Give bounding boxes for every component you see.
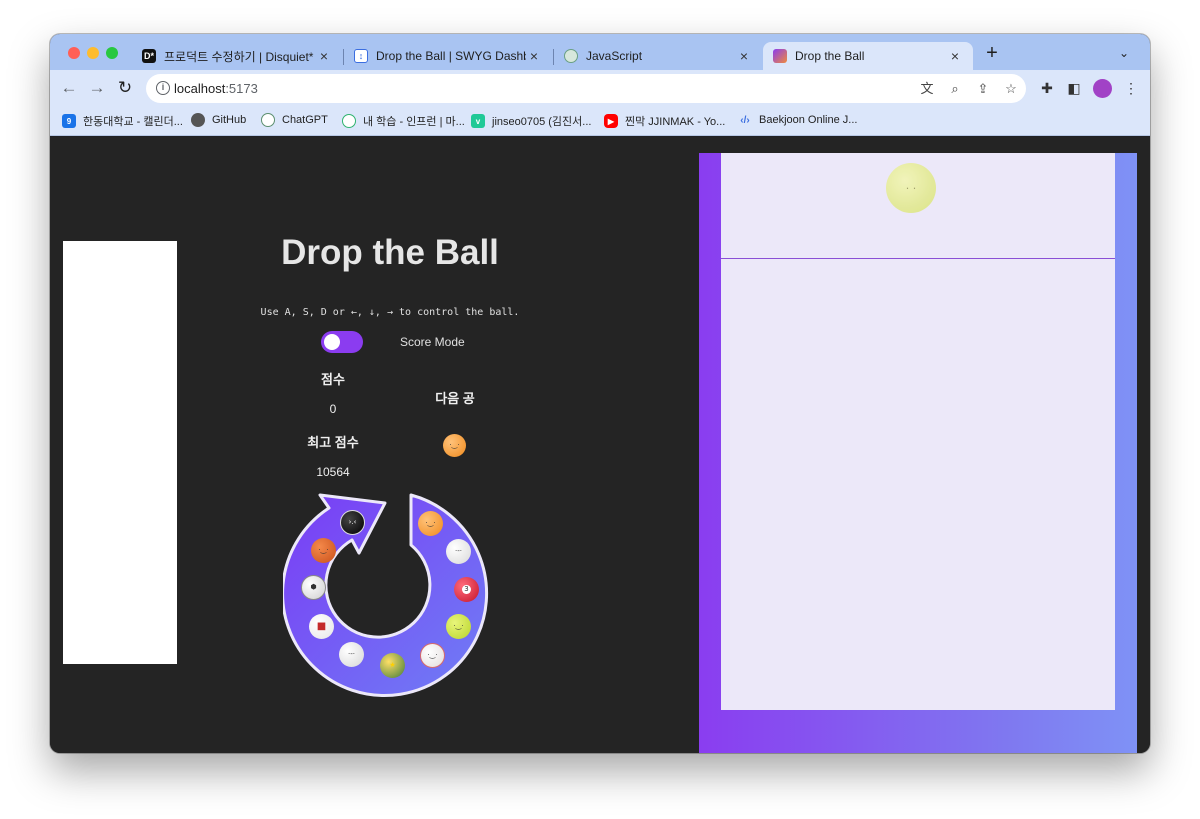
calendar-icon: 9: [62, 114, 76, 128]
close-tab-icon[interactable]: ×: [526, 48, 542, 64]
url-port: :5173: [225, 81, 258, 96]
disquiet-favicon-icon: D*: [142, 49, 156, 63]
bookmark-label: 찐막 JJINMAK - Yo...: [625, 116, 726, 128]
page-content: Drop the Ball Use A, S, D or ←, ↓, → to …: [50, 137, 1150, 753]
baseball-icon: ·‿·: [420, 643, 445, 668]
next-ball-orange-icon: ·‿·: [443, 434, 466, 457]
score-label: 점수: [321, 372, 345, 387]
new-tab-button[interactable]: +: [982, 43, 1002, 63]
address-bar[interactable]: i localhost:5173 文 ⌕ ⇪ ☆: [146, 74, 1026, 103]
tab-swyg-dashboard[interactable]: ↕ Drop the Ball | SWYG Dashboa ×: [344, 42, 552, 70]
chatgpt-favicon-icon: [564, 49, 578, 63]
code-icon: ‹/›: [740, 114, 750, 126]
swyg-favicon-icon: ↕: [354, 49, 368, 63]
velog-icon: v: [471, 114, 485, 128]
bookmarks-bar: 9 한동대학교 - 캘린더... GitHub ChatGPT 내 학습 - 인…: [50, 106, 1150, 136]
forward-arrow-icon[interactable]: →: [87, 78, 107, 98]
tab-drop-the-ball[interactable]: Drop the Ball ×: [763, 42, 973, 70]
close-tab-icon[interactable]: ×: [316, 48, 332, 64]
bookmark-item[interactable]: GitHub: [191, 113, 246, 127]
tab-search-chevron-down-icon[interactable]: ⌄: [1114, 43, 1134, 63]
bookmark-label: GitHub: [212, 114, 247, 126]
browser-window: D* 프로덕트 수정하기 | Disquiet* × ↕ Drop the Ba…: [50, 34, 1150, 753]
bookmark-item[interactable]: ChatGPT: [261, 113, 328, 127]
extensions-puzzle-icon[interactable]: ✚: [1039, 80, 1055, 96]
current-tennis-ball-icon[interactable]: · ·: [886, 163, 936, 213]
youtube-icon: ▶: [604, 114, 618, 128]
close-tab-icon[interactable]: ×: [947, 48, 963, 64]
red-cap-ball-icon: ■: [309, 614, 334, 639]
minimize-window-button[interactable]: [87, 47, 99, 59]
side-panel-icon[interactable]: ◧: [1066, 80, 1082, 96]
zoom-window-button[interactable]: [106, 47, 118, 59]
translate-icon[interactable]: 文: [919, 81, 935, 97]
url-text: localhost:5173: [174, 81, 258, 96]
controls-hint: Use A, S, D or ←, ↓, → to control the ba…: [260, 307, 520, 318]
profile-avatar[interactable]: [1093, 79, 1112, 98]
next-ball-label: 다음 공: [435, 391, 475, 406]
white-ball-icon: ·-·: [446, 539, 471, 564]
reload-icon[interactable]: ↻: [115, 78, 135, 98]
close-window-button[interactable]: [68, 47, 80, 59]
best-score-label: 최고 점수: [307, 435, 359, 450]
side-white-panel: [63, 241, 177, 664]
bookmark-item[interactable]: ‹/› Baekjoon Online J...: [738, 113, 857, 127]
tab-disquiet[interactable]: D* 프로덕트 수정하기 | Disquiet* ×: [132, 42, 342, 70]
zoom-icon[interactable]: ⌕: [947, 81, 963, 97]
bookmark-star-icon[interactable]: ☆: [1003, 81, 1019, 97]
best-score-value: 10564: [316, 465, 350, 479]
tab-title: Drop the Ball: [795, 49, 865, 63]
url-host: localhost: [174, 81, 226, 96]
tennis-ball-icon: ·‿·: [446, 614, 471, 639]
menu-kebab-icon[interactable]: ⋮: [1123, 80, 1139, 96]
tab-javascript[interactable]: JavaScript ×: [554, 42, 762, 70]
game-board[interactable]: [721, 153, 1115, 710]
browser-toolbar: ← → ↻ i localhost:5173 文 ⌕ ⇪ ☆ ✚ ◧ ⋮: [50, 70, 1150, 106]
orange-ball-icon: ·‿·: [418, 511, 443, 536]
tab-title: JavaScript: [586, 49, 643, 63]
bookmark-label: ChatGPT: [282, 114, 328, 126]
billiard-ball-icon: 3: [454, 577, 479, 602]
chatgpt-icon: [261, 113, 275, 127]
volleyball-icon: ·-·: [339, 642, 364, 667]
inflearn-icon: [342, 114, 356, 128]
drop-limit-line: [721, 258, 1115, 259]
bookmark-label: jinseo0705 (김진서...: [492, 116, 592, 128]
score-mode-toggle[interactable]: [321, 331, 363, 353]
black-ball-icon: ›.‹: [340, 510, 365, 535]
back-arrow-icon[interactable]: ←: [59, 78, 79, 98]
bookmark-label: Baekjoon Online J...: [759, 114, 858, 126]
basketball-icon: ·‿·: [311, 538, 336, 563]
tab-title: Drop the Ball | SWYG Dashboa: [376, 49, 526, 63]
toggle-knob: [324, 334, 340, 350]
site-info-icon[interactable]: i: [156, 81, 170, 95]
score-mode-label: Score Mode: [400, 335, 465, 349]
bookmark-item[interactable]: 내 학습 - 인프런 | 마...: [342, 113, 465, 129]
tab-strip: D* 프로덕트 수정하기 | Disquiet* × ↕ Drop the Ba…: [50, 34, 1150, 70]
bookmark-label: 한동대학교 - 캘린더...: [83, 116, 183, 128]
bookmark-item[interactable]: 9 한동대학교 - 캘린더...: [62, 113, 183, 129]
close-tab-icon[interactable]: ×: [736, 48, 752, 64]
score-value: 0: [329, 402, 337, 416]
tab-title: 프로덕트 수정하기 | Disquiet*: [164, 49, 314, 64]
bookmark-item[interactable]: ▶ 찐막 JJINMAK - Yo...: [604, 113, 725, 129]
bookmark-item[interactable]: v jinseo0705 (김진서...: [471, 113, 591, 129]
bookmark-label: 내 학습 - 인프런 | 마...: [363, 116, 465, 128]
share-icon[interactable]: ⇪: [975, 81, 991, 97]
drop-the-ball-favicon-icon: [773, 49, 787, 63]
star-ball-icon: ★: [380, 653, 405, 678]
game-title: Drop the Ball: [281, 233, 499, 272]
github-icon: [191, 113, 205, 127]
soccer-ball-icon: ⬢: [301, 575, 326, 600]
